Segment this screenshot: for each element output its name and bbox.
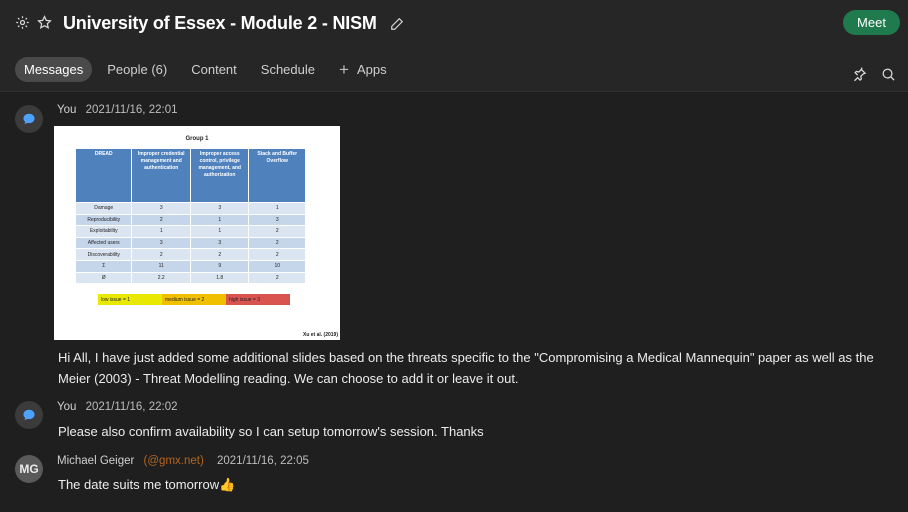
table-row: Damage 3 3 1 bbox=[74, 202, 306, 215]
table-cell: 3 bbox=[248, 213, 306, 227]
slide-title: Group 1 bbox=[185, 136, 209, 142]
table-cell: Discoverability bbox=[74, 248, 133, 261]
message-text: Please also confirm availability so I ca… bbox=[58, 424, 484, 439]
table-cell: 1 bbox=[189, 225, 250, 238]
tab-schedule[interactable]: Schedule bbox=[252, 57, 324, 82]
table-row: Σ 11 9 10 bbox=[74, 259, 306, 273]
table-cell: 2 bbox=[248, 248, 306, 261]
legend-low: low issue = 1 bbox=[98, 294, 162, 305]
star-icon[interactable] bbox=[36, 14, 52, 30]
message-time: 2021/11/16, 22:02 bbox=[85, 401, 178, 413]
tab-apps-label: Apps bbox=[356, 62, 387, 77]
tab-people[interactable]: People (6) bbox=[98, 57, 176, 82]
message-meta: You 2021/11/16, 22:02 bbox=[57, 401, 177, 413]
table-cell: 1 bbox=[189, 213, 250, 227]
table-row: Affected users 3 3 2 bbox=[74, 236, 306, 250]
message-time: 2021/11/16, 22:05 bbox=[217, 455, 309, 467]
table-cell: 2 bbox=[248, 236, 306, 250]
pin-icon[interactable] bbox=[850, 65, 868, 83]
table-cell: 1 bbox=[248, 202, 306, 215]
chat-bubble-icon bbox=[23, 113, 35, 125]
table-cell: 2 bbox=[248, 271, 306, 285]
table-cell: 9 bbox=[189, 259, 250, 273]
plus-icon: + bbox=[339, 60, 349, 79]
table-cell: Affected users bbox=[74, 236, 133, 250]
table-cell: 2 bbox=[131, 248, 191, 261]
meet-button[interactable]: Meet bbox=[843, 10, 900, 35]
chat-header: University of Essex - Module 2 - NISM Me… bbox=[0, 0, 908, 92]
legend-high: high issue = 3 bbox=[226, 294, 290, 305]
tab-messages[interactable]: Messages bbox=[15, 57, 93, 82]
message-meta: You 2021/11/16, 22:01 bbox=[57, 104, 177, 116]
tab-bar: Messages People (6) Content Schedule + A… bbox=[15, 57, 402, 82]
message-author: Michael Geiger bbox=[57, 455, 135, 467]
table-cell: 2.2 bbox=[131, 271, 191, 285]
message-text: The date suits me tomorrow👍 bbox=[58, 477, 236, 492]
avatar bbox=[15, 401, 43, 429]
table-cell: 3 bbox=[189, 202, 250, 215]
table-row: Exploitability 1 1 2 bbox=[74, 225, 306, 238]
pencil-icon[interactable] bbox=[389, 16, 405, 32]
gear-icon[interactable] bbox=[14, 14, 30, 30]
table-cell: Reproducibility bbox=[74, 213, 133, 227]
message-time: 2021/11/16, 22:01 bbox=[85, 104, 178, 116]
table-cell: 1 bbox=[131, 225, 191, 238]
table-header: DREAD bbox=[74, 148, 133, 203]
avatar bbox=[15, 105, 43, 133]
search-icon[interactable] bbox=[879, 65, 897, 83]
chat-bubble-icon bbox=[23, 409, 35, 421]
table-cell: 3 bbox=[131, 236, 191, 250]
legend-medium: medium issue = 2 bbox=[162, 294, 226, 305]
table-cell: 11 bbox=[131, 259, 191, 273]
message-author: You bbox=[57, 104, 77, 116]
table-row: Reproducibility 2 1 3 bbox=[74, 213, 306, 227]
slide-citation: Xu et al. (2019) bbox=[302, 332, 338, 338]
table-cell: 2 bbox=[131, 213, 191, 227]
table-row: Discoverability 2 2 2 bbox=[74, 248, 306, 261]
tab-apps[interactable]: + Apps bbox=[330, 57, 396, 82]
table-header: Improper access control, privilege manag… bbox=[189, 148, 250, 203]
message-author: You bbox=[57, 401, 77, 413]
dread-table: DREAD Improper credential management and… bbox=[74, 148, 306, 285]
message-meta: Michael Geiger (@gmx.net) 2021/11/16, 22… bbox=[57, 455, 309, 467]
table-cell: 2 bbox=[189, 248, 250, 261]
table-header: Improper credential management and authe… bbox=[131, 148, 191, 203]
table-cell: 10 bbox=[248, 259, 306, 273]
slide-attachment[interactable]: Group 1 DREAD Improper credential manage… bbox=[54, 126, 340, 340]
message-email: (@gmx.net) bbox=[143, 455, 204, 467]
table-header: Stack and Buffer Overflow bbox=[248, 148, 306, 203]
table-cell: Ø bbox=[74, 271, 133, 285]
table-cell: 1.8 bbox=[189, 271, 250, 285]
avatar: MG bbox=[15, 455, 43, 483]
chat-title: University of Essex - Module 2 - NISM bbox=[63, 13, 377, 33]
tab-content[interactable]: Content bbox=[182, 57, 246, 82]
table-cell: Σ bbox=[74, 259, 133, 273]
table-cell: Exploitability bbox=[74, 225, 133, 238]
message-text: Hi All, I have just added some additiona… bbox=[58, 350, 874, 386]
table-cell: 3 bbox=[131, 202, 191, 215]
table-row: Ø 2.2 1.8 2 bbox=[74, 271, 306, 285]
table-cell: Damage bbox=[74, 202, 133, 215]
table-cell: 3 bbox=[189, 236, 250, 250]
table-cell: 2 bbox=[248, 225, 306, 238]
